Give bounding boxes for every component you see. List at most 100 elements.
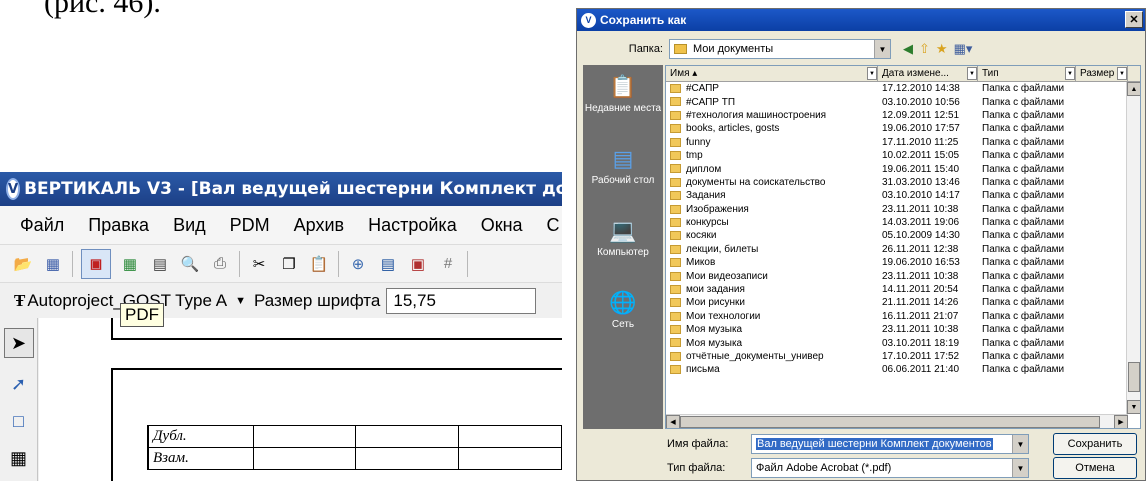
- new-folder-icon[interactable]: ★: [936, 41, 948, 57]
- chevron-down-icon[interactable]: ▼: [967, 67, 977, 80]
- place-computer[interactable]: 💻 Компьютер: [583, 209, 663, 281]
- list-item[interactable]: funny 17.11.2010 11:25 Папка с файлами: [666, 136, 1140, 149]
- column-header-type[interactable]: Тип ▼: [978, 66, 1076, 81]
- scroll-left-icon[interactable]: ◀: [666, 415, 680, 428]
- print-preview-icon[interactable]: 🔍: [179, 253, 201, 275]
- folder-icon: [670, 204, 681, 214]
- place-desktop[interactable]: ▤ Рабочий стол: [583, 137, 663, 209]
- menu-archive[interactable]: Архив: [282, 215, 356, 236]
- list-item[interactable]: Изображения 23.11.2011 10:38 Папка с файла…: [666, 203, 1140, 216]
- list-item[interactable]: лекции, билеты 26.11.2011 12:38 Папка с фа…: [666, 243, 1140, 256]
- list-item[interactable]: #технология машиностроения 12.09.2011 12:…: [666, 109, 1140, 122]
- menu-file[interactable]: Файл: [0, 215, 76, 236]
- title-block-table: Дубл. Взам.: [146, 425, 562, 470]
- export-excel-icon[interactable]: ▦: [119, 253, 141, 275]
- place-recent[interactable]: 📋 Недавние места: [583, 65, 663, 137]
- table-tool-icon[interactable]: ▦: [10, 448, 27, 469]
- list-item[interactable]: #САПР ТП 03.10.2010 10:56 Папка с файлами: [666, 95, 1140, 108]
- vertical-scrollbar[interactable]: ▲ ▼: [1126, 82, 1140, 414]
- save-icon[interactable]: ▦: [42, 253, 64, 275]
- back-icon[interactable]: ◀: [903, 41, 913, 57]
- list-item[interactable]: Моя музыка 23.11.2011 10:38 Папка с файлам…: [666, 323, 1140, 336]
- list-item[interactable]: косяки 05.10.2009 14:30 Папка с файлами: [666, 229, 1140, 242]
- folder-label: Папка:: [628, 43, 663, 55]
- chevron-down-icon[interactable]: ▼: [874, 40, 890, 58]
- list-item[interactable]: tmp 10.02.2011 15:05 Папка с файлами: [666, 149, 1140, 162]
- drawing-canvas[interactable]: Дубл. Взам.: [39, 318, 562, 481]
- cut-icon[interactable]: ✂: [248, 253, 270, 275]
- filetype-select[interactable]: Файл Adobe Acrobat (*.pdf) ▼: [751, 458, 1029, 478]
- filename-input[interactable]: Вал ведущей шестерни Комплект документов…: [751, 434, 1029, 454]
- list-item[interactable]: Миков 19.06.2010 16:53 Папка с файлами: [666, 256, 1140, 269]
- close-icon[interactable]: ✕: [1125, 11, 1143, 28]
- list-item[interactable]: #САПР 17.12.2010 14:38 Папка с файлами: [666, 82, 1140, 95]
- up-folder-icon[interactable]: ⇧: [919, 41, 930, 57]
- view-menu-icon[interactable]: ▦▾: [954, 41, 973, 57]
- file-type-cell: Папка с файлами: [982, 230, 1065, 242]
- list-item[interactable]: Мои видеозаписи 23.11.2011 10:38 Папка с ф…: [666, 269, 1140, 282]
- toolbar-separator: [467, 250, 468, 277]
- list-item[interactable]: документы на соискательство 31.03.2010 13…: [666, 176, 1140, 189]
- folder-icon: [670, 325, 681, 335]
- horizontal-scrollbar[interactable]: ◀ ▶: [666, 414, 1128, 428]
- folder-combo[interactable]: Мои документы ▼: [669, 39, 891, 59]
- chevron-down-icon[interactable]: ▼: [867, 67, 877, 80]
- table-view-icon[interactable]: ▤: [377, 253, 399, 275]
- list-item[interactable]: диплом 19.06.2011 15:40 Папка с файлами: [666, 162, 1140, 175]
- export-emf-icon[interactable]: ▤: [149, 253, 171, 275]
- menu-service[interactable]: С: [535, 215, 562, 236]
- column-header-name[interactable]: Имя ▴ ▼: [666, 66, 878, 81]
- list-item[interactable]: Задания 03.10.2010 14:17 Папка с файлами: [666, 189, 1140, 202]
- font-size-input[interactable]: 15,75: [386, 287, 537, 314]
- chevron-down-icon[interactable]: ▼: [235, 295, 246, 307]
- chevron-down-icon[interactable]: ▼: [1117, 67, 1127, 80]
- open-folder-icon[interactable]: 📂: [12, 253, 34, 275]
- list-item[interactable]: books, articles, gosts 19.06.2010 17:57 Па…: [666, 122, 1140, 135]
- list-item[interactable]: письма 06.06.2011 21:40 Папка с файлами: [666, 363, 1140, 376]
- form-view-icon[interactable]: ▣: [407, 253, 429, 275]
- cancel-button[interactable]: Отмена: [1053, 457, 1137, 479]
- export-pdf-icon[interactable]: ▣: [81, 248, 111, 279]
- list-item[interactable]: отчётные_документы_универ 17.10.2011 17:5…: [666, 350, 1140, 363]
- save-button[interactable]: Сохранить: [1053, 433, 1137, 455]
- scroll-thumb[interactable]: [1128, 362, 1140, 392]
- filename-label: Имя файла:: [667, 438, 729, 450]
- scroll-down-icon[interactable]: ▼: [1127, 400, 1140, 414]
- column-header-date[interactable]: Дата измене... ▼: [878, 66, 978, 81]
- list-item[interactable]: Мои рисунки 21.11.2011 14:26 Папка с файла…: [666, 296, 1140, 309]
- rectangle-tool-icon[interactable]: □: [13, 411, 24, 432]
- list-item[interactable]: мои задания 14.11.2011 20:54 Папка с файла…: [666, 283, 1140, 296]
- file-date-cell: 06.06.2011 21:40: [882, 364, 960, 376]
- list-item[interactable]: конкурсы 14.03.2011 19:06 Папка с файлами: [666, 216, 1140, 229]
- column-header-size[interactable]: Размер ▼: [1076, 66, 1128, 81]
- chevron-down-icon[interactable]: ▼: [1012, 435, 1028, 453]
- places-bar: 📋 Недавние места ▤ Рабочий стол 💻 Компью…: [583, 65, 663, 429]
- menu-edit[interactable]: Правка: [76, 215, 161, 236]
- file-list-rows: #САПР 17.12.2010 14:38 Папка с файлами #САП…: [666, 82, 1140, 412]
- list-item[interactable]: Моя музыка 03.10.2011 18:19 Папка с файлам…: [666, 336, 1140, 349]
- zoom-icon[interactable]: ⊕: [347, 253, 369, 275]
- file-type-cell: Папка с файлами: [982, 203, 1065, 215]
- scroll-right-icon[interactable]: ▶: [1114, 415, 1128, 428]
- place-network[interactable]: 🌐 Сеть: [583, 281, 663, 353]
- paste-icon[interactable]: 📋: [308, 253, 330, 275]
- scroll-up-icon[interactable]: ▲: [1127, 82, 1140, 96]
- nav-toolbar: ◀ ⇧ ★ ▦▾: [903, 41, 972, 57]
- select-arrow-icon[interactable]: ➤: [3, 328, 34, 358]
- copy-icon[interactable]: ❐: [278, 253, 300, 275]
- menu-windows[interactable]: Окна: [469, 215, 535, 236]
- place-label: Компьютер: [597, 247, 649, 258]
- file-type-cell: Папка с файлами: [982, 324, 1065, 336]
- chevron-down-icon[interactable]: ▼: [1012, 459, 1028, 477]
- grid-icon[interactable]: #: [437, 253, 459, 275]
- dialog-title-bar: V Сохранить как: [577, 9, 1145, 31]
- line-tool-icon[interactable]: ➚: [11, 374, 26, 395]
- print-icon[interactable]: ⎙: [209, 253, 231, 275]
- menu-pdm[interactable]: PDM: [218, 215, 282, 236]
- list-item[interactable]: Мои технологии 16.11.2011 21:07 Папка с фа…: [666, 310, 1140, 323]
- file-type-cell: Папка с файлами: [982, 83, 1065, 95]
- chevron-down-icon[interactable]: ▼: [1065, 67, 1075, 80]
- scroll-thumb[interactable]: [680, 416, 1100, 428]
- menu-settings[interactable]: Настройка: [356, 215, 469, 236]
- menu-view[interactable]: Вид: [161, 215, 218, 236]
